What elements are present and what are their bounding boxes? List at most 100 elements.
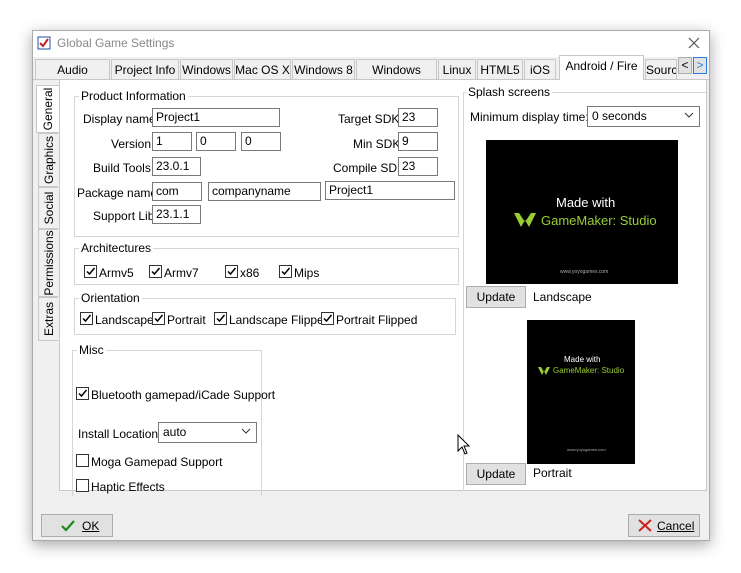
ok-label: OK — [82, 519, 100, 533]
portrait-small-url: www.yoyogames.com — [567, 447, 606, 452]
package-domain-field[interactable]: com — [152, 182, 202, 201]
tab-scroll-left-button[interactable]: < — [678, 57, 692, 74]
landscape-splash-preview: Made with GameMaker: Studio www.yoyogame… — [486, 140, 678, 284]
cancel-button[interactable]: Cancel — [628, 514, 700, 537]
gamemaker-logo-icon — [514, 213, 536, 227]
architectures-heading: Architectures — [79, 241, 154, 255]
moga-gamepad-checkbox[interactable] — [76, 454, 89, 467]
support-lib-field[interactable]: 23.1.1 — [152, 205, 201, 224]
side-tab-graphics[interactable]: Graphics — [38, 133, 58, 187]
landscape-label: Landscape — [95, 313, 154, 327]
product-information-heading: Product Information — [79, 89, 188, 103]
footer-bar — [33, 506, 709, 540]
portrait-made-with: Made with — [564, 355, 601, 364]
display-name-field[interactable]: Project1 — [152, 108, 280, 127]
min-display-time-value: 0 seconds — [592, 109, 647, 123]
portrait-splash-label: Portrait — [533, 466, 572, 480]
target-sdk-field[interactable]: 23 — [398, 108, 438, 127]
portrait-gamemaker-text: GameMaker: Studio — [553, 366, 625, 375]
chevron-down-icon — [684, 112, 694, 118]
side-tab-general[interactable]: General — [36, 85, 59, 133]
mips-checkbox[interactable] — [279, 265, 292, 278]
build-tools-field[interactable]: 23.0.1 — [152, 157, 201, 176]
orientation-heading: Orientation — [79, 291, 142, 305]
portrait-label: Portrait — [167, 313, 206, 327]
portrait-flipped-checkbox[interactable] — [321, 312, 334, 325]
haptic-effects-label: Haptic Effects — [91, 480, 165, 494]
compile-sdk-label: Compile SDK — [333, 161, 406, 175]
landscape-gamemaker-text: GameMaker: Studio — [541, 213, 657, 228]
landscape-flipped-checkbox[interactable] — [214, 312, 227, 325]
tab-windows[interactable]: Windows — [180, 59, 233, 79]
checkmark-icon — [61, 520, 75, 532]
tab-audio-groups[interactable]: Audio Groups — [35, 59, 110, 97]
ok-button[interactable]: OK — [41, 514, 113, 537]
package-product-field[interactable]: Project1 — [325, 181, 455, 200]
title-bar: Global Game Settings — [33, 31, 709, 57]
cancel-x-icon — [638, 519, 652, 532]
install-location-select[interactable]: auto — [158, 422, 257, 443]
bluetooth-gamepad-label: Bluetooth gamepad/iCade Support — [91, 388, 276, 402]
mouse-cursor-icon — [457, 434, 471, 455]
support-lib-label: Support Lib — [93, 209, 155, 223]
side-tab-permissions[interactable]: Permissions — [38, 229, 58, 297]
min-sdk-field[interactable]: 9 — [398, 132, 438, 151]
version-label: Version — [111, 137, 152, 151]
min-display-time-label: Minimum display time: — [470, 110, 589, 124]
landscape-splash-label: Landscape — [533, 290, 592, 304]
tab-android-fire[interactable]: Android / Fire — [559, 55, 644, 80]
build-tools-label: Build Tools — [93, 161, 151, 175]
tab-scroll-right-button[interactable]: > — [693, 57, 707, 74]
tab-linux[interactable]: Linux — [438, 59, 476, 79]
tab-project-info[interactable]: Project Info — [111, 59, 179, 79]
gamemaker-logo-icon — [538, 367, 550, 375]
portrait-flipped-label: Portrait Flipped — [336, 313, 418, 327]
portrait-checkbox[interactable] — [152, 312, 165, 325]
landscape-checkbox[interactable] — [80, 312, 93, 325]
min-display-time-select[interactable]: 0 seconds — [587, 106, 700, 127]
app-icon — [37, 36, 51, 50]
misc-heading: Misc — [77, 343, 106, 357]
armv5-checkbox[interactable] — [84, 265, 97, 278]
version-build-field[interactable]: 0 — [241, 132, 281, 151]
target-sdk-label: Target SDK — [338, 112, 400, 126]
install-location-value: auto — [163, 425, 187, 439]
tab-windows-8[interactable]: Windows 8 — [292, 59, 355, 79]
portrait-splash-preview: Made with GameMaker: Studio www.yoyogame… — [527, 320, 635, 464]
settings-window: Global Game Settings Audio Groups Projec… — [32, 30, 710, 541]
landscape-flipped-label: Landscape Flipped — [229, 313, 331, 327]
version-minor-field[interactable]: 0 — [196, 132, 236, 151]
tab-source[interactable]: Sourc — [645, 59, 677, 79]
version-major-field[interactable]: 1 — [152, 132, 192, 151]
side-tab-social[interactable]: Social — [38, 187, 58, 229]
x86-checkbox[interactable] — [225, 265, 238, 278]
landscape-small-url: www.yoyogames.com — [560, 269, 609, 275]
mips-label: Mips — [294, 266, 320, 280]
moga-gamepad-label: Moga Gamepad Support — [91, 455, 223, 469]
close-icon[interactable] — [688, 37, 700, 49]
min-sdk-label: Min SDK — [353, 137, 401, 151]
armv7-checkbox[interactable] — [149, 265, 162, 278]
display-name-label: Display name — [83, 112, 156, 126]
side-tab-extras[interactable]: Extras — [38, 297, 58, 341]
tab-windows-uwp[interactable]: Windows UWP — [356, 59, 437, 97]
update-landscape-button[interactable]: Update — [466, 286, 526, 308]
install-location-label: Install Location: — [78, 427, 162, 441]
haptic-effects-checkbox[interactable] — [76, 479, 89, 492]
update-portrait-button[interactable]: Update — [466, 463, 526, 485]
window-title: Global Game Settings — [57, 36, 175, 50]
general-panel: Product Information Display name Project… — [59, 79, 707, 496]
landscape-made-with: Made with — [556, 195, 616, 210]
bluetooth-gamepad-checkbox[interactable] — [76, 387, 89, 400]
compile-sdk-field[interactable]: 23 — [398, 157, 438, 176]
package-company-field[interactable]: companyname — [208, 182, 321, 201]
tab-mac-os-x[interactable]: Mac OS X — [234, 59, 291, 79]
cancel-label: Cancel — [657, 519, 695, 533]
splash-screens-heading: Splash screens — [466, 85, 553, 99]
tab-html5[interactable]: HTML5 — [477, 59, 523, 79]
package-name-label: Package name — [77, 186, 158, 200]
armv7-label: Armv7 — [164, 266, 199, 280]
chevron-down-icon — [241, 428, 251, 434]
tab-ios[interactable]: iOS — [524, 59, 556, 79]
x86-label: x86 — [240, 266, 260, 280]
